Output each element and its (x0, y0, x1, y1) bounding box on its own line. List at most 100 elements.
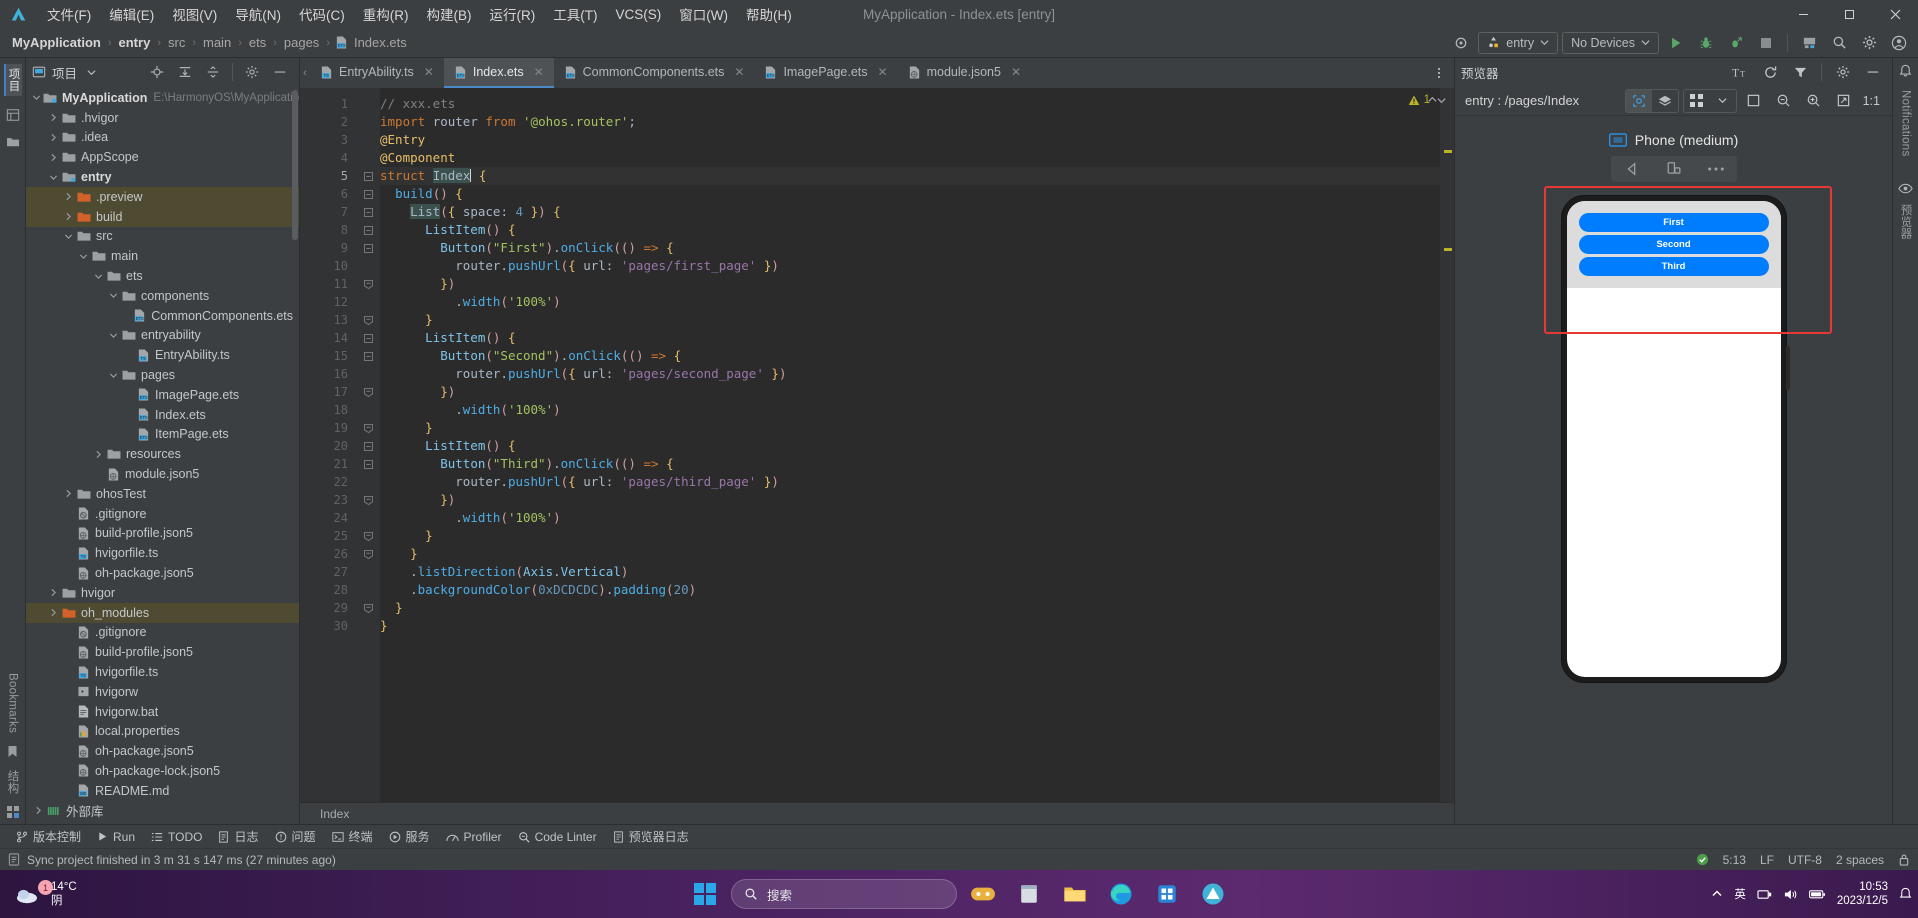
structure-icon[interactable] (6, 106, 20, 124)
code-line[interactable]: ListItem() { (380, 329, 1454, 347)
explorer-icon[interactable] (1055, 874, 1095, 914)
fold-minus-icon[interactable] (356, 185, 380, 203)
fold-plus-icon[interactable] (356, 419, 380, 437)
target-icon[interactable] (1448, 31, 1474, 55)
account-icon[interactable] (1886, 31, 1912, 55)
code-line[interactable]: // xxx.ets (380, 95, 1454, 113)
filter-icon[interactable] (1787, 60, 1813, 84)
chevron-down-icon[interactable] (1710, 90, 1736, 112)
preview-button-third[interactable]: Third (1578, 257, 1769, 276)
code-line[interactable]: } (380, 617, 1454, 635)
run-button[interactable] (1663, 31, 1689, 55)
grid-icon[interactable] (1684, 90, 1710, 112)
notes-icon[interactable] (1009, 874, 1049, 914)
chevron-down-icon[interactable] (107, 369, 120, 382)
code-line[interactable]: }) (380, 491, 1454, 509)
tree-node-pages[interactable]: pages (26, 365, 299, 385)
breadcrumb-item-entry[interactable]: entry (117, 35, 153, 50)
code-line[interactable]: ListItem() { (380, 221, 1454, 239)
notification-center-icon[interactable] (1899, 887, 1912, 901)
tree-node-imagepage-ets[interactable]: ETS ImagePage.ets (26, 385, 299, 405)
line-number[interactable]: 13 (300, 311, 356, 329)
tree-node-main[interactable]: main (26, 246, 299, 266)
breadcrumb[interactable]: MyApplication › entry › src › main › ets › pages › E… (10, 35, 409, 50)
preview-mode-segment[interactable] (1624, 88, 1679, 113)
close-icon[interactable]: ✕ (1011, 65, 1021, 79)
tab-options-icon[interactable] (1432, 58, 1454, 88)
tree-node-entryability-ts[interactable]: TS EntryAbility.ts (26, 345, 299, 365)
profile-button[interactable] (1723, 31, 1749, 55)
debug-button[interactable] (1693, 31, 1719, 55)
menu-item-5[interactable]: 重构(R) (354, 2, 418, 26)
line-number[interactable]: 17 (300, 383, 356, 401)
code-line[interactable]: } (380, 599, 1454, 617)
tree-node-hvigorfile-ts[interactable]: TS hvigorfile.ts (26, 662, 299, 682)
fold-minus-icon[interactable] (356, 203, 380, 221)
fold-minus-icon[interactable] (356, 329, 380, 347)
menu-item-4[interactable]: 代码(C) (290, 2, 354, 26)
chevron-right-icon[interactable] (62, 210, 75, 223)
device-selector[interactable]: No Devices (1562, 31, 1659, 54)
fold-plus-icon[interactable] (356, 599, 380, 617)
close-icon[interactable]: ✕ (534, 65, 544, 79)
menu-item-1[interactable]: 编辑(E) (100, 2, 163, 26)
tabs-scroll-left-icon[interactable]: ‹ (300, 58, 310, 88)
tray-expand-icon[interactable] (1711, 888, 1723, 900)
project-tree[interactable]: MyApplication E:\HarmonyOS\MyApplicatio .h… (26, 86, 299, 824)
line-number[interactable]: 20 (300, 437, 356, 455)
layout-selector[interactable] (1682, 88, 1737, 113)
line-number[interactable]: 9 (300, 239, 356, 257)
chevron-down-icon[interactable] (62, 230, 75, 243)
code-line[interactable]: build() { (380, 185, 1454, 203)
frame-icon[interactable] (1741, 89, 1767, 113)
inspect-icon[interactable] (1625, 89, 1652, 112)
tree-node-oh-package-json5[interactable]: oh-package.json5 (26, 563, 299, 583)
tree-node----[interactable]: 外部库 (26, 801, 299, 821)
code-line[interactable]: .width('100%') (380, 293, 1454, 311)
bottom-tool-code-linter[interactable]: Code Linter (518, 830, 597, 844)
battery-icon[interactable] (1808, 889, 1826, 900)
code-line[interactable]: List({ space: 4 }) { (380, 203, 1454, 221)
line-number[interactable]: 1 (300, 95, 356, 113)
zoom-out-icon[interactable] (1771, 89, 1797, 113)
tree-node-resources[interactable]: resources (26, 444, 299, 464)
tree-node-build-profile-json5[interactable]: build-profile.json5 (26, 642, 299, 662)
rail-item-previewer[interactable]: 预览器 (1898, 200, 1914, 243)
preview-button-list[interactable]: First Second Third (1566, 201, 1781, 288)
code-line[interactable]: router.pushUrl({ url: 'pages/first_page'… (380, 257, 1454, 275)
line-number[interactable]: 7 (300, 203, 356, 221)
line-number[interactable]: 18 (300, 401, 356, 419)
volume-icon[interactable] (1783, 888, 1798, 901)
menu-item-11[interactable]: 帮助(H) (737, 2, 801, 26)
chevron-right-icon[interactable] (62, 487, 75, 500)
tree-node--hvigor[interactable]: .hvigor (26, 108, 299, 128)
gear-icon[interactable] (1830, 60, 1856, 84)
menu-item-0[interactable]: 文件(F) (38, 2, 100, 26)
bottom-tool-profiler[interactable]: Profiler (445, 830, 502, 844)
phone-preview[interactable]: First Second Third (1543, 186, 1832, 682)
code-line[interactable]: Button("First").onClick(() => { (380, 239, 1454, 257)
menu-item-6[interactable]: 构建(B) (418, 2, 481, 26)
rotate-icon[interactable] (1611, 156, 1653, 182)
line-number[interactable]: 14 (300, 329, 356, 347)
tree-node-index-ets[interactable]: ETS Index.ets (26, 405, 299, 425)
bottom-tool---[interactable]: 问题 (275, 828, 316, 845)
chevron-down-icon[interactable] (47, 171, 60, 184)
line-number[interactable]: 2 (300, 113, 356, 131)
menu-item-7[interactable]: 运行(R) (481, 2, 545, 26)
code-line[interactable]: @Entry (380, 131, 1454, 149)
line-number[interactable]: 12 (300, 293, 356, 311)
rail-item-structure[interactable]: 结构 (5, 766, 21, 798)
editor-tab-index-ets[interactable]: ETS Index.ets ✕ (443, 58, 554, 88)
fold-minus-icon[interactable] (356, 437, 380, 455)
line-number[interactable]: 22 (300, 473, 356, 491)
chevron-down-icon[interactable] (107, 289, 120, 302)
tree-node-hvigorw[interactable]: hvigorw (26, 682, 299, 702)
tree-node-module-json5[interactable]: module.json5 (26, 464, 299, 484)
tree-node-oh_modules[interactable]: oh_modules (26, 602, 299, 623)
chevron-down-icon[interactable] (107, 329, 120, 342)
minimize-button[interactable] (1780, 0, 1826, 28)
close-icon[interactable]: ✕ (734, 65, 744, 79)
fit-screen-icon[interactable] (1831, 89, 1857, 113)
phone-screen[interactable]: First Second Third (1566, 201, 1781, 677)
